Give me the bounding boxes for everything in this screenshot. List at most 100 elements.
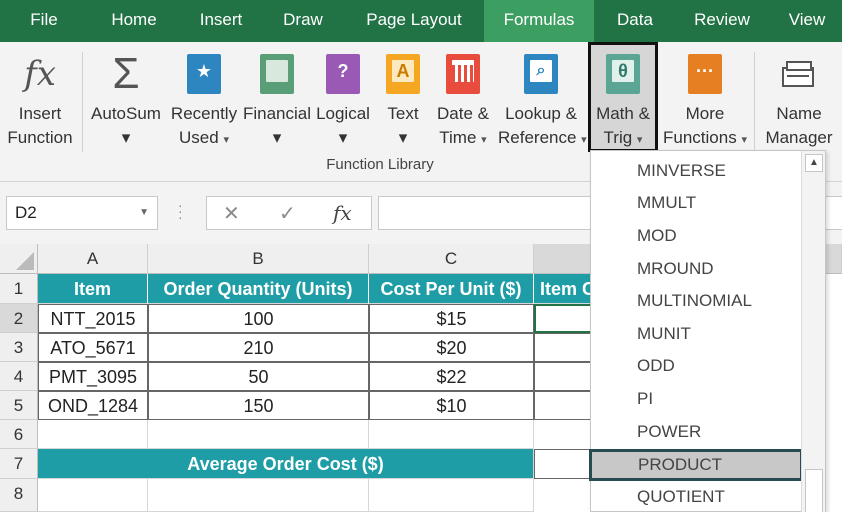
calendar-book-icon	[446, 54, 480, 94]
row-header[interactable]: 8	[0, 479, 38, 512]
magnifier-book-icon: ⌕	[524, 54, 558, 94]
selected-cell-d2[interactable]	[534, 304, 594, 333]
column-header-a[interactable]: A	[38, 244, 148, 274]
chevron-down-icon: ▾	[121, 128, 131, 147]
select-all-button[interactable]	[0, 244, 38, 274]
table-cell[interactable]	[369, 420, 534, 449]
autosum-label: AutoSum	[91, 104, 161, 123]
table-cell[interactable]	[38, 420, 148, 449]
menu-item-product[interactable]: PRODUCT	[589, 449, 803, 481]
formula-buttons: ✕ ✓ fx	[206, 196, 372, 230]
table-cell[interactable]	[534, 391, 594, 420]
row-header[interactable]: 1	[0, 274, 38, 304]
lookup-reference-button[interactable]: ⌕ Lookup & Reference ▾	[498, 46, 587, 150]
table-cell[interactable]: PMT_3095	[38, 362, 148, 391]
logical-button[interactable]: ? Logical ▾	[314, 46, 372, 150]
chevron-down-icon[interactable]: ▼	[139, 197, 149, 229]
row-header[interactable]: 4	[0, 362, 38, 391]
tab-file[interactable]: File	[14, 0, 74, 42]
logical-label: Logical	[316, 104, 370, 123]
enter-icon[interactable]: ✓	[279, 201, 296, 226]
row-header[interactable]: 6	[0, 420, 38, 449]
tab-draw[interactable]: Draw	[270, 0, 336, 42]
table-cell[interactable]: OND_1284	[38, 391, 148, 420]
recently-used-label-1: Recently	[170, 104, 238, 123]
average-order-cost-value[interactable]	[534, 449, 594, 479]
menu-item-minverse[interactable]: MINVERSE	[591, 155, 801, 187]
table-cell[interactable]: $20	[369, 333, 534, 362]
table-cell[interactable]	[534, 333, 594, 362]
name-manager-icon	[779, 54, 819, 94]
tab-view[interactable]: View	[776, 0, 838, 42]
function-library-label: Function Library	[326, 156, 434, 173]
chevron-down-icon: ▾	[272, 128, 282, 147]
menu-item-quotient[interactable]: QUOTIENT	[591, 481, 801, 512]
menu-item-multinomial[interactable]: MULTINOMIAL	[591, 285, 801, 317]
menu-item-mmult[interactable]: MMULT	[591, 187, 801, 219]
insert-function-label-1: Insert	[18, 104, 62, 123]
name-box-value: D2	[15, 203, 37, 222]
scroll-up-icon[interactable]: ▲	[805, 154, 823, 172]
name-manager-button[interactable]: Name Manager	[758, 46, 840, 150]
tab-page-layout[interactable]: Page Layout	[352, 0, 476, 42]
tab-home[interactable]: Home	[96, 0, 172, 42]
table-cell[interactable]: 150	[148, 391, 369, 420]
table-cell[interactable]	[38, 479, 148, 512]
table-cell[interactable]: $22	[369, 362, 534, 391]
header-cell-item[interactable]: Item	[38, 274, 148, 304]
cancel-icon[interactable]: ✕	[223, 201, 240, 226]
scroll-thumb[interactable]	[805, 469, 823, 512]
table-cell[interactable]	[369, 479, 534, 512]
table-cell[interactable]: 210	[148, 333, 369, 362]
menu-item-odd[interactable]: ODD	[591, 350, 801, 382]
table-cell[interactable]	[148, 420, 369, 449]
recently-used-button[interactable]: ★ Recently Used ▾	[168, 46, 240, 150]
dropdown-scrollbar[interactable]: ▲	[801, 151, 825, 512]
math-trig-label-1: Math &	[596, 104, 650, 123]
financial-button[interactable]: Financial ▾	[240, 46, 314, 150]
row-header[interactable]: 5	[0, 391, 38, 420]
autosum-button[interactable]: Σ AutoSum ▾	[86, 46, 166, 150]
menu-item-power[interactable]: POWER	[591, 416, 801, 448]
math-trig-button[interactable]: θ Math & Trig ▾	[588, 46, 658, 150]
sigma-icon: Σ	[112, 49, 140, 98]
more-functions-label-2: Functions	[663, 128, 737, 147]
recently-used-label-2: Used	[179, 128, 219, 147]
table-cell[interactable]: 100	[148, 304, 369, 333]
column-header-c[interactable]: C	[369, 244, 534, 274]
table-cell[interactable]: ATO_5671	[38, 333, 148, 362]
name-box[interactable]: D2 ▼	[6, 196, 158, 230]
table-cell[interactable]	[148, 479, 369, 512]
row-header[interactable]: 2	[0, 304, 38, 333]
text-button[interactable]: A Text ▾	[378, 46, 428, 150]
menu-item-mod[interactable]: MOD	[591, 220, 801, 252]
chevron-down-icon: ▾	[398, 128, 408, 147]
table-cell[interactable]: NTT_2015	[38, 304, 148, 333]
chevron-down-icon: ▾	[481, 134, 487, 146]
table-cell[interactable]: $10	[369, 391, 534, 420]
more-book-icon: ···	[688, 54, 722, 94]
header-cell-cost[interactable]: Cost Per Unit ($)	[369, 274, 534, 304]
name-manager-label-2: Manager	[765, 128, 833, 147]
menu-item-mround[interactable]: MROUND	[591, 253, 801, 285]
menu-item-munit[interactable]: MUNIT	[591, 318, 801, 350]
column-header-b[interactable]: B	[148, 244, 369, 274]
insert-function-button[interactable]: fx Insert Function	[0, 46, 80, 150]
tab-data[interactable]: Data	[604, 0, 666, 42]
row-header[interactable]: 3	[0, 333, 38, 362]
date-time-button[interactable]: Date & Time ▾	[430, 46, 496, 150]
row-header[interactable]: 7	[0, 449, 38, 479]
table-cell[interactable]: $15	[369, 304, 534, 333]
tab-formulas[interactable]: Formulas	[484, 0, 594, 42]
table-cell[interactable]: 50	[148, 362, 369, 391]
menu-item-pi[interactable]: PI	[591, 383, 801, 415]
tab-insert[interactable]: Insert	[186, 0, 256, 42]
table-cell[interactable]	[534, 362, 594, 391]
logical-book-icon: ?	[326, 54, 360, 94]
header-cell-quantity[interactable]: Order Quantity (Units)	[148, 274, 369, 304]
insert-function-label-2: Function	[7, 128, 73, 147]
tab-review[interactable]: Review	[680, 0, 764, 42]
average-order-cost-label[interactable]: Average Order Cost ($)	[38, 449, 534, 479]
insert-function-icon[interactable]: fx	[333, 201, 352, 225]
more-functions-button[interactable]: ··· More Functions ▾	[660, 46, 750, 150]
